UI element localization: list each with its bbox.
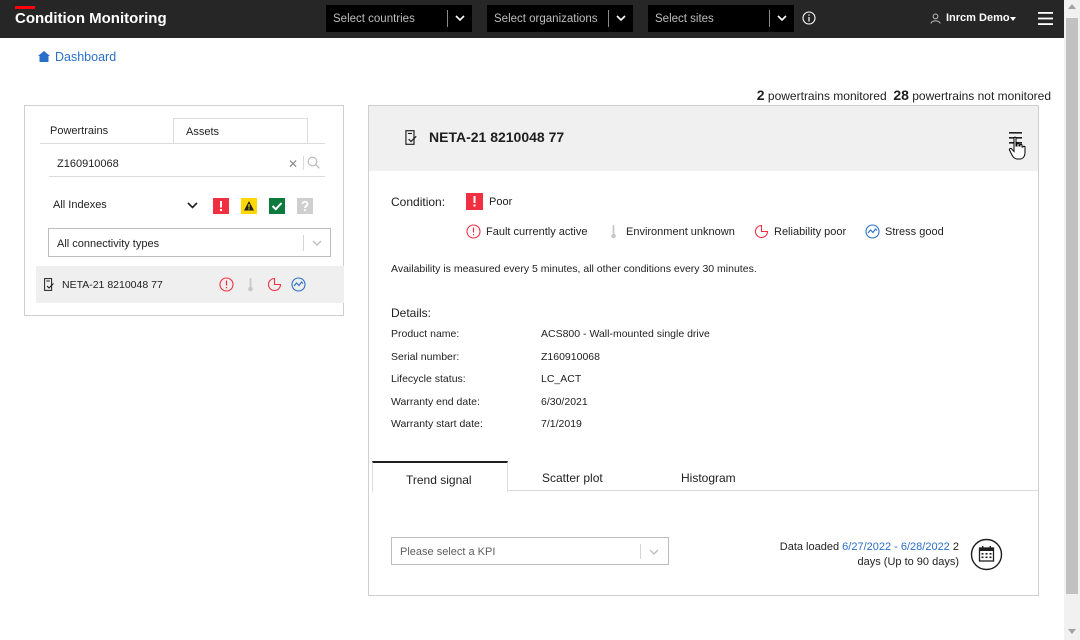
sites-select-label: Select sites — [655, 13, 714, 25]
brand-accent-bar — [15, 6, 35, 9]
monitored-count: 2 — [756, 87, 765, 103]
unknown-filter-icon[interactable] — [297, 198, 313, 214]
good-filter-icon[interactable] — [269, 198, 285, 214]
user-menu[interactable]: Inrcm Demo — [946, 12, 1010, 24]
environment-unknown-icon — [611, 225, 616, 239]
poor-filter-icon[interactable] — [213, 198, 229, 214]
detail-value: ACS800 - Wall-mounted single drive — [541, 328, 710, 340]
asset-detail-header: NETA-21 8210048 77 — [369, 106, 1038, 171]
countries-select-label: Select countries — [333, 13, 415, 25]
chevron-down-icon — [649, 549, 659, 555]
tab-scatter-plot[interactable]: Scatter plot — [542, 471, 603, 485]
not-monitored-label: powertrains not monitored — [912, 89, 1051, 103]
environment-unknown-icon — [248, 278, 253, 292]
organizations-select[interactable]: Select organizations — [487, 5, 633, 32]
indicator-environment-label: Environment unknown — [626, 226, 735, 238]
kpi-select[interactable]: Please select a KPI — [391, 537, 669, 565]
indicator-reliability-label: Reliability poor — [774, 226, 847, 238]
asset-name: NETA-21 8210048 77 — [62, 279, 163, 291]
chevron-down-icon[interactable] — [187, 201, 198, 210]
data-loaded-range-link[interactable]: 6/27/2022 - 6/28/2022 — [842, 541, 950, 553]
clear-icon[interactable]: ✕ — [288, 157, 298, 171]
asset-detail-panel: NETA-21 8210048 77 Condition: Poor Fault… — [368, 105, 1039, 596]
indicator-stress-label: Stress good — [885, 226, 944, 238]
scroll-up-arrow[interactable] — [1068, 4, 1076, 9]
detail-value: LC_ACT — [541, 373, 582, 385]
warning-filter-icon[interactable] — [241, 198, 257, 214]
detail-key: Product name: — [391, 328, 460, 340]
top-bar: Condition Monitoring Select countries Se… — [0, 0, 1064, 38]
page-scrollbar[interactable] — [1064, 0, 1080, 640]
condition-value: Poor — [489, 196, 513, 208]
poor-condition-icon — [466, 193, 483, 210]
caret-down-icon[interactable] — [1010, 17, 1016, 21]
hand-cursor-icon — [1008, 136, 1026, 160]
hamburger-menu-icon[interactable] — [1038, 12, 1053, 25]
indicator-fault-label: Fault currently active — [486, 226, 588, 238]
sites-select[interactable]: Select sites — [648, 5, 794, 32]
chevron-down-icon — [777, 15, 787, 22]
stress-good-icon — [865, 224, 880, 239]
data-loaded-info: Data loaded 6/27/2022 - 6/28/2022 2 days… — [769, 540, 959, 570]
powertrain-stats: 2 powertrains monitored 28 powertrains n… — [757, 87, 1051, 103]
reliability-poor-icon — [267, 277, 282, 292]
tab-powertrains[interactable]: Powertrains — [50, 125, 108, 137]
detail-key: Warranty end date: — [391, 396, 480, 408]
not-monitored-count: 28 — [893, 87, 909, 103]
info-icon[interactable] — [802, 11, 816, 25]
connectivity-select[interactable]: All connectivity types — [48, 228, 331, 257]
device-icon — [44, 278, 54, 291]
user-icon — [930, 13, 941, 24]
detail-value: 6/30/2021 — [541, 396, 588, 408]
fault-active-icon — [466, 224, 481, 239]
detail-value: Z160910068 — [541, 351, 600, 363]
detail-key: Lifecycle status: — [391, 373, 466, 385]
details-title: Details: — [391, 306, 432, 320]
calendar-icon[interactable] — [970, 538, 1003, 571]
data-loaded-prefix: Data loaded — [779, 541, 840, 553]
index-filter[interactable]: All Indexes — [53, 199, 107, 211]
asset-search-input[interactable]: Z160910068 — [57, 158, 119, 170]
chevron-down-icon — [455, 15, 465, 22]
reliability-poor-icon — [754, 224, 769, 239]
availability-note: Availability is measured every 5 minutes… — [391, 263, 757, 275]
monitored-label: powertrains monitored — [767, 89, 887, 103]
asset-list-panel: Powertrains Assets Z160910068 ✕ All Inde… — [24, 105, 344, 316]
connectivity-select-label: All connectivity types — [57, 238, 160, 250]
stress-good-icon — [291, 277, 306, 292]
detail-key: Warranty start date: — [391, 418, 483, 430]
detail-key: Serial number: — [391, 351, 460, 363]
scroll-thumb[interactable] — [1066, 18, 1078, 594]
tab-assets[interactable]: Assets — [173, 118, 308, 144]
tab-trend-signal[interactable]: Trend signal — [372, 461, 508, 492]
chevron-down-icon — [616, 15, 626, 22]
search-icon[interactable] — [307, 156, 320, 169]
detail-value: 7/1/2019 — [541, 418, 582, 430]
tab-assets-label: Assets — [186, 126, 220, 138]
kpi-select-label: Please select a KPI — [400, 546, 496, 558]
scroll-down-arrow[interactable] — [1068, 629, 1076, 634]
asset-list-item[interactable]: NETA-21 8210048 77 — [36, 266, 344, 303]
breadcrumb-dashboard[interactable]: Dashboard — [55, 50, 116, 64]
chevron-down-icon — [312, 240, 322, 246]
fault-active-icon — [219, 277, 234, 292]
organizations-select-label: Select organizations — [494, 13, 598, 25]
asset-title: NETA-21 8210048 77 — [429, 129, 565, 145]
tab-histogram[interactable]: Histogram — [681, 471, 736, 485]
app-title[interactable]: Condition Monitoring — [15, 10, 167, 27]
data-loaded-suffix: days (Up to 90 days) — [857, 556, 960, 568]
countries-select[interactable]: Select countries — [326, 5, 472, 32]
condition-label: Condition: — [391, 195, 446, 209]
home-icon — [38, 51, 50, 62]
data-loaded-count: 2 — [952, 541, 959, 553]
tab-trend-signal-label: Trend signal — [406, 473, 472, 487]
chart-tabs: Trend signal Scatter plot Histogram — [372, 461, 1038, 492]
device-icon — [405, 130, 417, 145]
